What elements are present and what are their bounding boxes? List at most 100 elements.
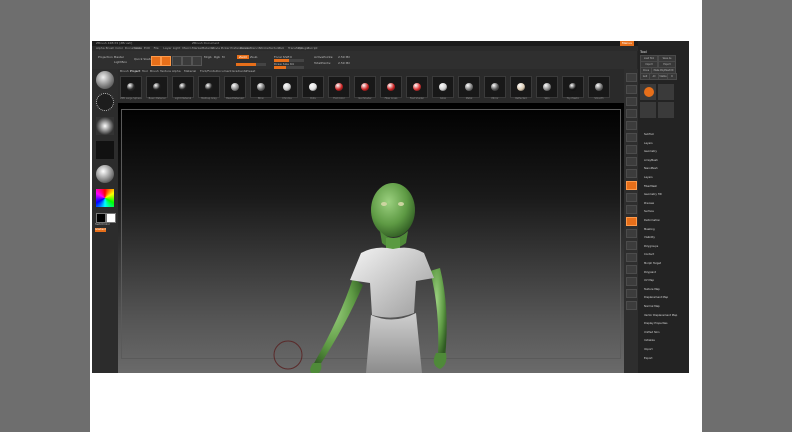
tool-thumbnail-2[interactable] bbox=[658, 84, 674, 100]
zsub-button[interactable]: Zsub bbox=[250, 55, 257, 59]
tool-subpalette-texture-map[interactable]: Texture Map bbox=[644, 288, 660, 291]
tool-subpalette-display-properties[interactable]: Display Properties bbox=[644, 322, 668, 325]
material-swatch[interactable] bbox=[432, 76, 454, 98]
tool-subpalette-displacement-map[interactable]: Displacement Map bbox=[644, 296, 668, 299]
brush-icon[interactable] bbox=[96, 71, 114, 89]
tool-subpalette-geometry[interactable]: Geometry bbox=[644, 150, 657, 153]
tool-subpalette-subtool[interactable]: SubTool bbox=[644, 133, 654, 136]
tool-r-button[interactable]: R bbox=[667, 73, 677, 80]
material-swatch[interactable] bbox=[484, 76, 506, 98]
stroke-icon[interactable] bbox=[96, 93, 114, 111]
move-button[interactable] bbox=[172, 56, 182, 66]
mrgb-button[interactable]: Mrgb bbox=[204, 55, 212, 59]
rotate-button[interactable] bbox=[192, 56, 202, 66]
tool-subpalette-masking[interactable]: Masking bbox=[644, 228, 655, 231]
color-picker-icon[interactable] bbox=[96, 189, 114, 207]
material-swatch[interactable] bbox=[250, 76, 272, 98]
material-swatch[interactable] bbox=[406, 76, 428, 98]
tool-subpalette-surface[interactable]: Surface bbox=[644, 210, 654, 213]
tool-subpalette-vector-displacement-map[interactable]: Vector Displacement Map bbox=[644, 314, 677, 317]
material-swatch[interactable] bbox=[224, 76, 246, 98]
material-swatch[interactable] bbox=[146, 76, 168, 98]
linefill-button[interactable] bbox=[626, 241, 637, 250]
rotate-view-button[interactable] bbox=[626, 229, 637, 238]
palette-tab-material[interactable]: Material bbox=[184, 69, 196, 74]
frame-button[interactable] bbox=[626, 193, 637, 202]
rgb-button[interactable]: Rgb bbox=[214, 55, 220, 59]
material-swatch[interactable] bbox=[302, 76, 324, 98]
material-swatch[interactable] bbox=[588, 76, 610, 98]
palette-tab-preset[interactable]: Preset bbox=[246, 69, 255, 74]
m-button[interactable]: M bbox=[222, 55, 225, 59]
zadd-button[interactable]: Zadd bbox=[237, 55, 249, 59]
projection-master-button[interactable]: Projection Master bbox=[98, 55, 124, 59]
switch-color-button[interactable]: SwitchColor bbox=[95, 223, 110, 227]
ghost-button[interactable] bbox=[626, 265, 637, 274]
move-view-button[interactable] bbox=[626, 205, 637, 214]
alpha-icon[interactable] bbox=[96, 117, 114, 135]
tool-subpalette-initialize[interactable]: Initialize bbox=[644, 339, 655, 342]
scroll-button[interactable] bbox=[626, 97, 637, 106]
palette-tab-texture[interactable]: Texture bbox=[160, 69, 171, 74]
xyz-button[interactable] bbox=[626, 181, 637, 190]
tool-subpalette-uv-map[interactable]: UV Map bbox=[644, 279, 654, 282]
tool-subpalette-fibermesh[interactable]: FiberMesh bbox=[644, 185, 657, 188]
material-swatch[interactable] bbox=[120, 76, 142, 98]
texture-icon[interactable] bbox=[96, 141, 114, 159]
solo-button[interactable] bbox=[626, 277, 637, 286]
palette-tab-font-fonts[interactable]: Font/Fonts bbox=[200, 69, 216, 74]
material-swatch[interactable] bbox=[276, 76, 298, 98]
lightbox-button[interactable]: LightBox bbox=[114, 60, 127, 64]
actual-button[interactable] bbox=[626, 121, 637, 130]
palette-tab-brush[interactable]: Brush bbox=[120, 69, 129, 74]
tool-subpalette-normal-map[interactable]: Normal Map bbox=[644, 305, 660, 308]
draw-button[interactable] bbox=[161, 56, 171, 66]
palette-tab-document[interactable]: Document bbox=[216, 69, 232, 74]
edit-button[interactable] bbox=[151, 56, 161, 66]
palette-tab-alpha[interactable]: Alpha bbox=[172, 69, 181, 74]
dynamic-button[interactable] bbox=[626, 301, 637, 310]
tool-subpalette-visibility[interactable]: Visibility bbox=[644, 236, 655, 239]
tool-subpalette-layers[interactable]: Layers bbox=[644, 142, 653, 145]
local-button[interactable] bbox=[626, 169, 637, 178]
palette-tab-project[interactable]: Project bbox=[130, 69, 140, 74]
aahalf-button[interactable] bbox=[626, 133, 637, 142]
tool-subpalette-polygroups[interactable]: Polygroups bbox=[644, 245, 658, 248]
persp-button[interactable] bbox=[626, 145, 637, 154]
material-icon[interactable] bbox=[96, 165, 114, 183]
tool-subpalette-arraymesh[interactable]: ArrayMesh bbox=[644, 159, 658, 162]
scale-button[interactable] bbox=[182, 56, 192, 66]
palette-tab-brush[interactable]: Brush bbox=[150, 69, 159, 74]
tool-subpalette-import[interactable]: Import bbox=[644, 348, 653, 351]
bpr-button[interactable] bbox=[626, 73, 637, 82]
transp-button[interactable] bbox=[626, 253, 637, 262]
main-color-swatch[interactable] bbox=[96, 213, 106, 223]
tool-subpalette-morph-target[interactable]: Morph Target bbox=[644, 262, 661, 265]
z-intensity-slider[interactable] bbox=[236, 63, 266, 66]
tool-subpalette-nanomesh[interactable]: NanoMesh bbox=[644, 167, 658, 170]
material-swatch[interactable] bbox=[380, 76, 402, 98]
tool-subpalette-deformation[interactable]: Deformation bbox=[644, 219, 660, 222]
gradient-button[interactable]: Gradient bbox=[95, 228, 106, 232]
tool-thumbnail-3[interactable] bbox=[640, 102, 656, 118]
tool-thumbnail-4[interactable] bbox=[658, 102, 674, 118]
material-swatch[interactable] bbox=[510, 76, 532, 98]
material-swatch[interactable] bbox=[562, 76, 584, 98]
palette-tab-gradients[interactable]: Gradients bbox=[232, 69, 247, 74]
tool-subpalette-preview[interactable]: Preview bbox=[644, 202, 654, 205]
material-swatch[interactable] bbox=[536, 76, 558, 98]
tool-subpalette-contact[interactable]: Contact bbox=[644, 253, 654, 256]
scale-view-button[interactable] bbox=[626, 217, 637, 226]
tool-subpalette-layers[interactable]: Layers bbox=[644, 176, 653, 179]
palette-tab-tool[interactable]: Tool bbox=[142, 69, 148, 74]
material-swatch[interactable] bbox=[354, 76, 376, 98]
tool-subpalette-geometry-hd[interactable]: Geometry HD bbox=[644, 193, 662, 196]
zoom-button[interactable] bbox=[626, 109, 637, 118]
xpose-button[interactable] bbox=[626, 289, 637, 298]
spix-button[interactable] bbox=[626, 85, 637, 94]
material-swatch[interactable] bbox=[198, 76, 220, 98]
secondary-color-swatch[interactable] bbox=[106, 213, 116, 223]
material-swatch[interactable] bbox=[458, 76, 480, 98]
material-swatch[interactable] bbox=[172, 76, 194, 98]
tool-subpalette-unified-skin[interactable]: Unified Skin bbox=[644, 331, 659, 334]
